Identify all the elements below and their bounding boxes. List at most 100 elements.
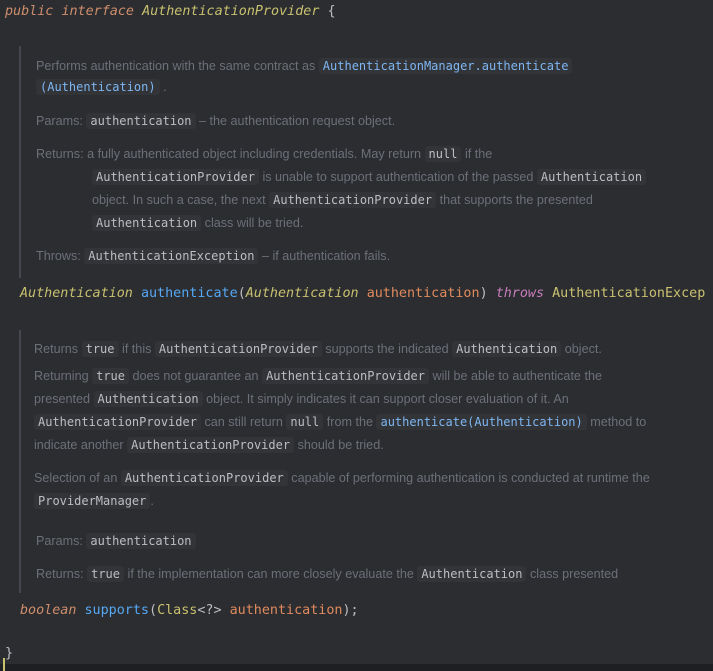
type-tag[interactable]: AuthenticationProvider	[92, 169, 259, 185]
doc-text: object.	[564, 342, 602, 356]
interface-declaration[interactable]: public interface AuthenticationProvider …	[5, 3, 336, 21]
text-caret	[3, 658, 5, 671]
doc-text: should be tried.	[297, 438, 384, 452]
type-tag[interactable]: Authentication	[93, 391, 203, 407]
throws-row: Throws: AuthenticationException – if aut…	[36, 248, 391, 264]
paren: );	[342, 603, 359, 618]
method-name: authenticate	[140, 286, 238, 301]
doc-text: Performs authentication with the same co…	[36, 59, 316, 73]
doc-line: Returning true does not guarantee an Aut…	[34, 368, 602, 384]
params-label: Params:	[36, 534, 83, 548]
supports-method-signature[interactable]: boolean supports(Class<?> authentication…	[20, 602, 359, 620]
doc-text: will be able to authenticate the	[432, 369, 602, 383]
type-tag[interactable]: Authentication	[536, 169, 647, 185]
editor-bottom-strip	[0, 664, 713, 671]
method-name: supports	[84, 603, 150, 618]
doc-text: can still return	[204, 415, 283, 429]
returns-label: Returns:	[36, 567, 84, 581]
param-type: Class	[157, 603, 198, 618]
return-type: Authentication	[20, 286, 133, 301]
type-tag[interactable]: ProviderManager	[34, 493, 151, 509]
javadoc-authenticate: Performs authentication with the same co…	[19, 46, 701, 278]
doc-text: does not guarantee an	[132, 369, 259, 383]
link-authentication-param[interactable]: (Authentication)	[36, 79, 160, 95]
returns-line: Authentication class will be tried.	[92, 215, 304, 231]
doc-text: .	[163, 80, 167, 94]
doc-text: from the	[326, 415, 373, 429]
doc-text: is unable to support authentication of t…	[262, 170, 534, 184]
param-name: authentication	[366, 286, 480, 301]
doc-line: (Authentication) .	[36, 79, 167, 95]
paren: (	[237, 286, 246, 301]
doc-text: a fully authenticated object including c…	[87, 147, 422, 161]
returns-line: object. In such a case, the next Authent…	[92, 192, 593, 208]
doc-text: presented	[34, 392, 91, 406]
doc-line: indicate another AuthenticationProvider …	[34, 437, 384, 453]
type-tag[interactable]: AuthenticationProvider	[269, 192, 437, 208]
returns-line: AuthenticationProvider is unable to supp…	[92, 169, 647, 185]
exception-type: AuthenticationExcep	[552, 286, 706, 301]
javadoc-supports: Returns true if this AuthenticationProvi…	[19, 330, 701, 593]
param-type: Authentication	[245, 286, 359, 301]
type-tag[interactable]: Authentication	[452, 341, 562, 357]
param-desc: – the authentication request object.	[199, 114, 396, 128]
doc-text: – if authentication fails.	[261, 249, 391, 263]
link-authenticationmanager[interactable]: AuthenticationManager.authenticate	[318, 58, 573, 74]
doc-text: method to	[590, 415, 647, 429]
doc-line: Performs authentication with the same co…	[36, 58, 573, 74]
throws-label: Throws:	[36, 249, 81, 263]
paren: )	[479, 286, 488, 301]
params-row: Params: authentication	[36, 533, 196, 549]
doc-text: indicate another	[34, 438, 124, 452]
doc-line: ProviderManager.	[34, 493, 154, 509]
paren: (	[149, 603, 158, 618]
doc-text: object. In such a case, the next	[92, 193, 266, 207]
params-label: Params:	[36, 114, 83, 128]
close-brace: }	[5, 646, 14, 661]
param-name: authentication	[229, 603, 343, 618]
doc-line: AuthenticationProvider can still return …	[34, 414, 647, 430]
type-tag[interactable]: AuthenticationProvider	[127, 437, 295, 453]
null-tag: null	[286, 414, 324, 430]
doc-text: if this	[122, 342, 152, 356]
type-tag[interactable]: AuthenticationProvider	[262, 368, 430, 384]
code-editor[interactable]: { "header": { "kw_public": "public", "kw…	[0, 0, 713, 671]
keyword-public: public	[5, 4, 54, 19]
true-tag: true	[92, 368, 130, 384]
doc-text: if the	[464, 147, 493, 161]
param-name: authentication	[86, 533, 196, 549]
type-tag[interactable]: Authentication	[92, 215, 202, 231]
type-tag[interactable]: AuthenticationProvider	[120, 470, 288, 486]
type-tag[interactable]: Authentication	[417, 566, 527, 582]
link-authenticate-method[interactable]: authenticate(Authentication)	[376, 414, 587, 430]
returns-row: Returns: true if the implementation can …	[36, 566, 618, 582]
interface-name: AuthenticationProvider	[142, 4, 320, 19]
open-brace: {	[327, 4, 336, 19]
null-tag: null	[424, 146, 462, 162]
doc-line: Returns true if this AuthenticationProvi…	[34, 341, 602, 357]
returns-label: Returns:	[36, 147, 84, 161]
doc-text: .	[150, 494, 154, 508]
doc-text: Returns	[34, 342, 79, 356]
exception-tag[interactable]: AuthenticationException	[84, 248, 259, 264]
returns-row: Returns: a fully authenticated object in…	[36, 146, 493, 162]
type-tag[interactable]: AuthenticationProvider	[154, 341, 322, 357]
doc-line: Selection of an AuthenticationProvider c…	[34, 470, 650, 486]
true-tag: true	[81, 341, 119, 357]
doc-text: if the implementation can more closely e…	[127, 567, 414, 581]
return-type: boolean	[20, 603, 77, 618]
param-name: authentication	[86, 113, 196, 129]
doc-text: Returning	[34, 369, 89, 383]
doc-text: supports the indicated	[325, 342, 449, 356]
doc-text: Selection of an	[34, 471, 118, 485]
keyword-interface: interface	[61, 4, 134, 19]
authenticate-method-signature[interactable]: Authentication authenticate(Authenticati…	[20, 285, 705, 303]
params-row: Params: authentication – the authenticat…	[36, 113, 396, 129]
doc-text: capable of performing authentication is …	[291, 471, 650, 485]
doc-text: class will be tried.	[204, 216, 304, 230]
doc-text: object. It simply indicates it can suppo…	[206, 392, 569, 406]
doc-line: presented Authentication object. It simp…	[34, 391, 569, 407]
true-tag: true	[87, 566, 125, 582]
type-tag[interactable]: AuthenticationProvider	[34, 414, 201, 430]
generic: <?>	[197, 603, 222, 618]
